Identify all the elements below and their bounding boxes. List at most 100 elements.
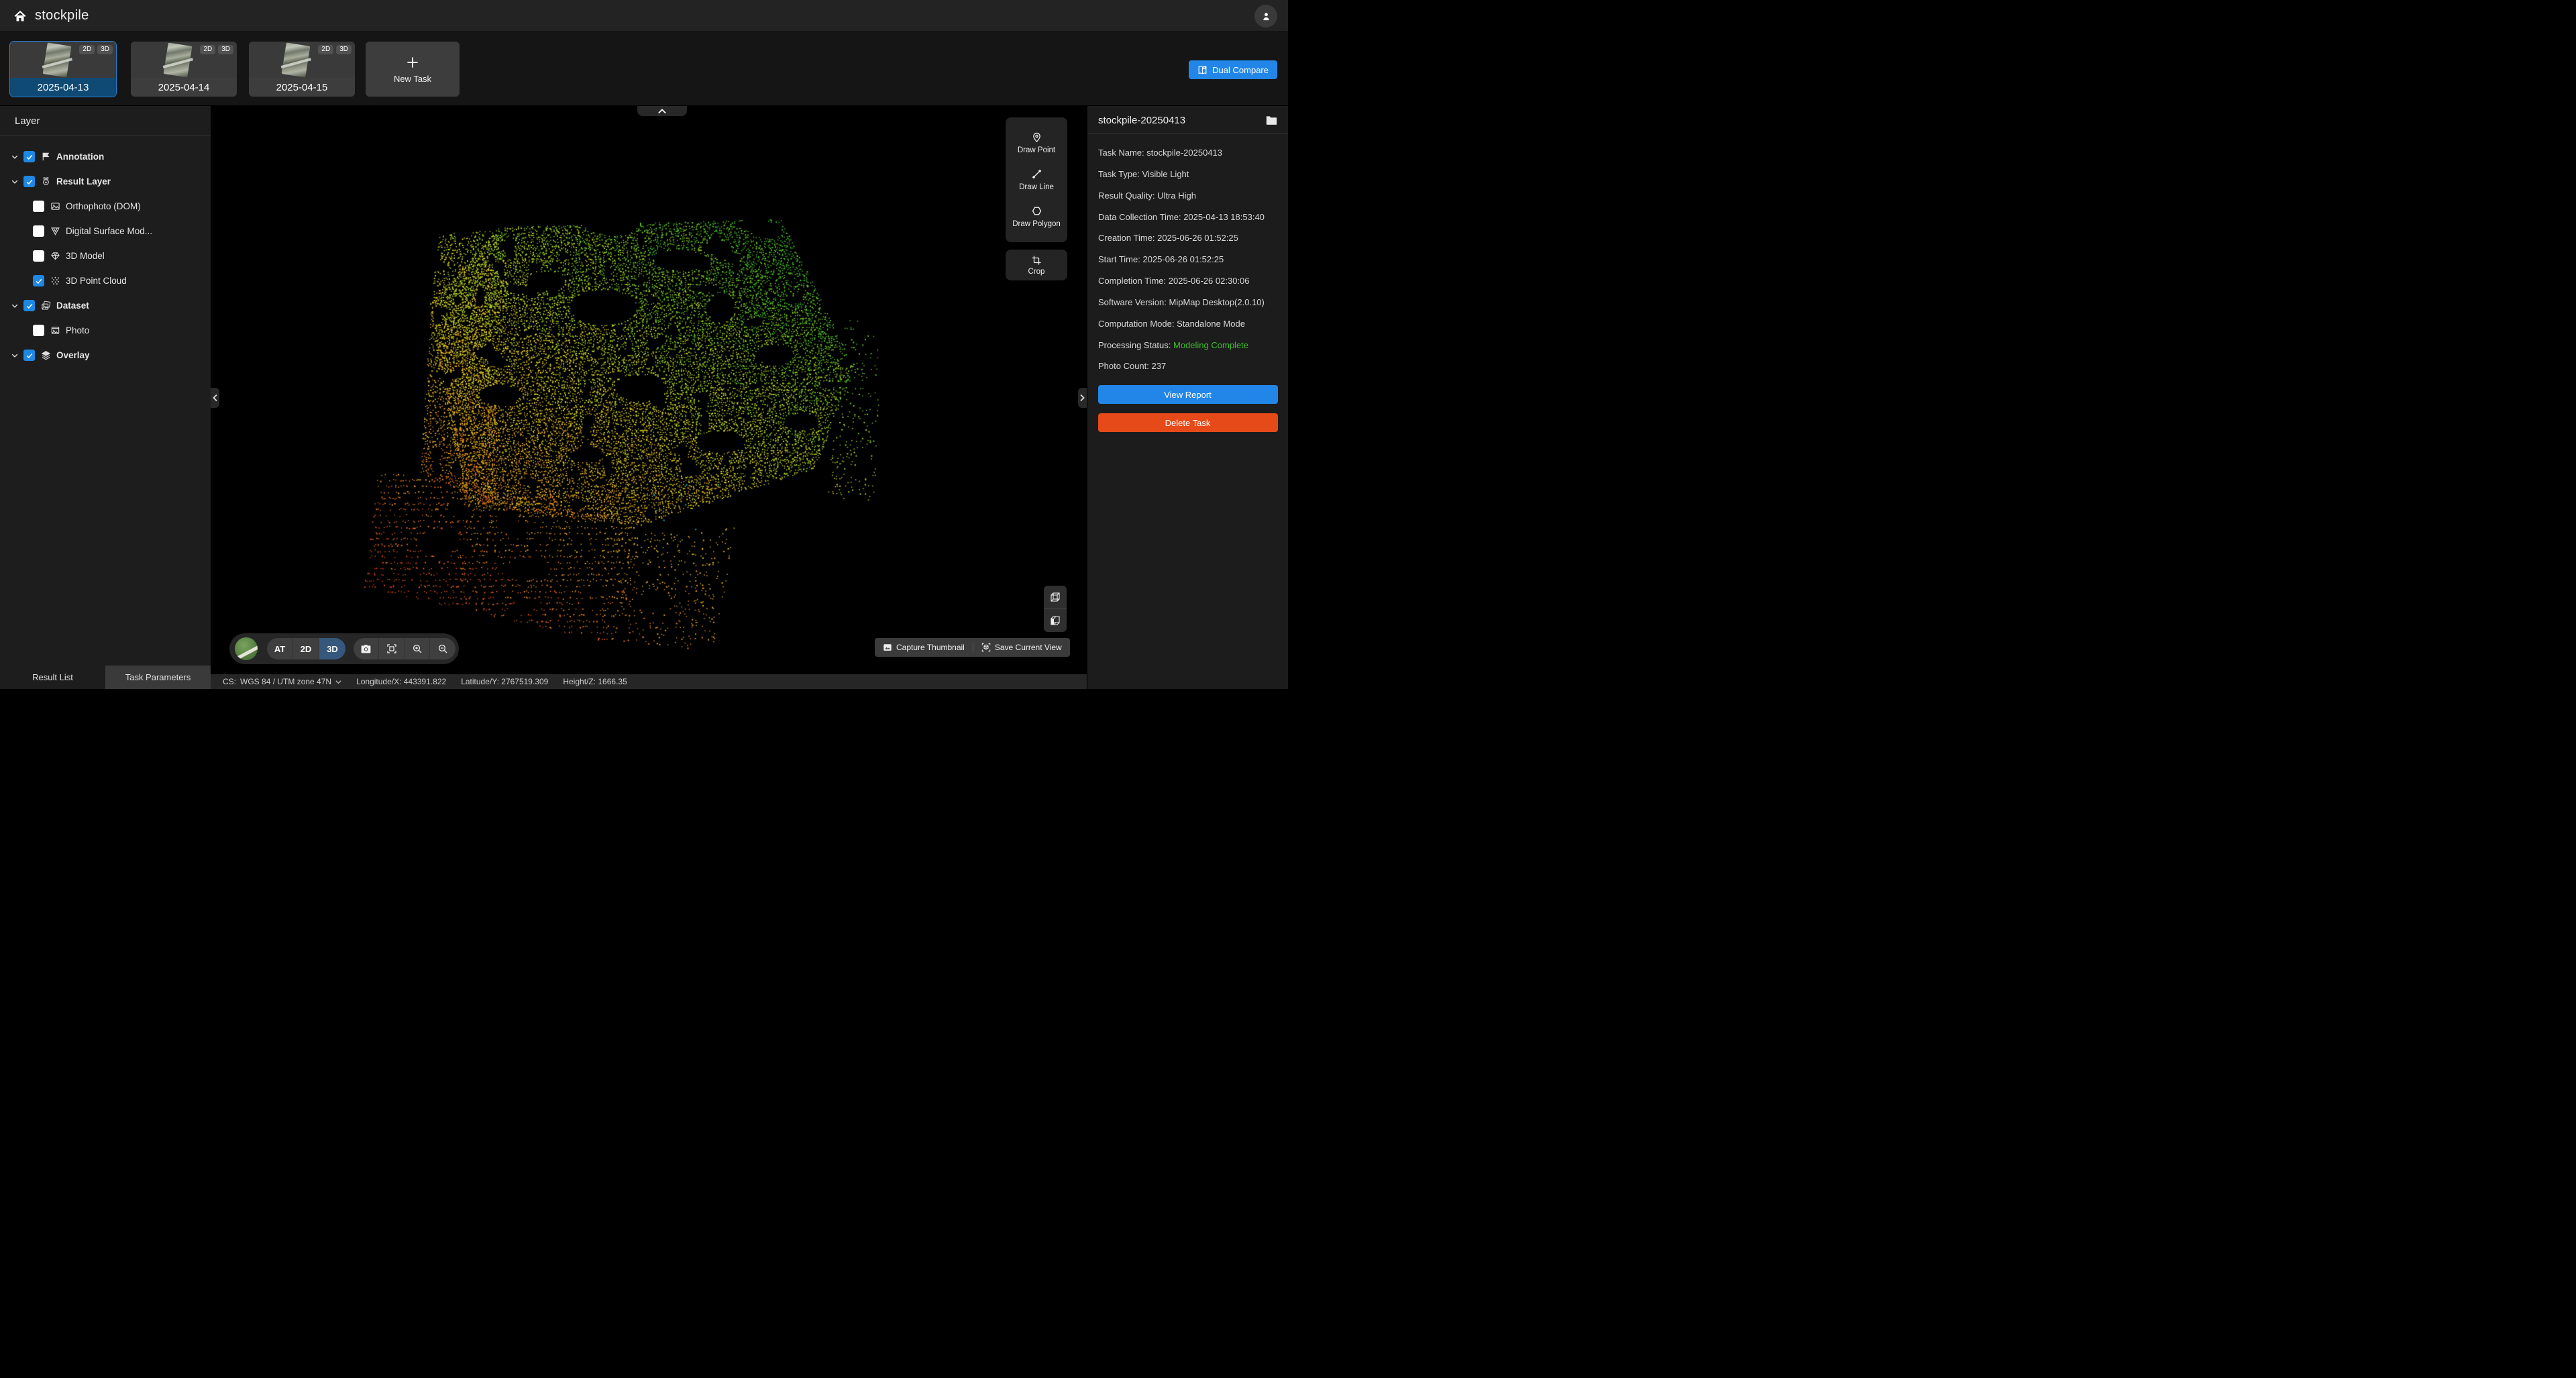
crop-icon [1031,255,1042,266]
cs-value: WGS 84 / UTM zone 47N [240,677,331,686]
image-capture-icon [883,643,892,652]
layer-row-3d-point-cloud[interactable]: 3D Point Cloud [0,268,211,293]
layers-icon [41,350,51,360]
layer-row-dsm[interactable]: Digital Surface Mod... [0,219,211,244]
crop-button[interactable]: Crop [1006,250,1067,280]
layer-row-overlay[interactable]: Overlay [0,343,211,368]
layer-row-annotation[interactable]: Annotation [0,144,211,169]
line-tool-icon [1031,168,1042,180]
field-completion-time: Completion Time: 2025-06-26 02:30:06 [1098,275,1277,288]
chevron-down-icon [11,178,19,186]
layer-label: Result Layer [56,176,111,187]
fit-view-button[interactable] [379,638,405,659]
layer-label: Annotation [56,152,104,162]
aerial-thumbnail-image [43,42,72,77]
field-photo-count: Photo Count: 237 [1098,360,1277,373]
field-task-type: Task Type: Visible Light [1098,168,1277,181]
view-mode-switch: AT 2D 3D [267,638,345,659]
draw-polygon-button[interactable]: Draw Polygon [1012,205,1061,228]
dsm-icon [50,226,60,236]
field-result-quality: Result Quality: Ultra High [1098,190,1277,203]
zoom-in-icon [412,643,423,654]
longitude-readout: Longitude/X: 443391.822 [356,677,446,686]
save-current-view-button[interactable]: Save Current View [973,643,1070,652]
task-card-2025-04-15[interactable]: 2D 3D 2025-04-15 [249,42,355,97]
layer-row-result-layer[interactable]: Result Layer [0,169,211,194]
field-processing-status: Processing Status: Modeling Complete [1098,339,1277,352]
chevron-up-icon [657,108,667,115]
minimap-button[interactable] [235,637,258,660]
checkbox-overlay[interactable] [23,350,35,361]
draw-point-label: Draw Point [1018,146,1055,154]
screenshot-button[interactable] [354,638,379,659]
layer-row-3d-model[interactable]: 3D Model [0,244,211,268]
badge-3d: 3D [336,45,352,54]
plus-icon [405,55,420,70]
capture-thumbnail-button[interactable]: Capture Thumbnail [875,643,973,652]
tab-task-parameters[interactable]: Task Parameters [105,666,211,689]
checkbox-result-layer[interactable] [23,176,35,187]
draw-line-button[interactable]: Draw Line [1019,168,1054,191]
mode-at-button[interactable]: AT [267,638,293,659]
checkbox-photo[interactable] [33,325,44,336]
save-current-view-label: Save Current View [995,643,1062,652]
viewer-toolbar: AT 2D 3D [229,633,459,664]
draw-line-label: Draw Line [1019,183,1054,191]
compare-book-icon [1197,65,1208,75]
height-readout: Height/Z: 1666.35 [563,677,627,686]
layer-row-photo[interactable]: Photo [0,318,211,343]
layer-label: Dataset [56,301,89,311]
coordinate-system-selector[interactable]: CS: WGS 84 / UTM zone 47N [223,677,341,686]
map-pin-icon [1031,131,1042,143]
task-card-2025-04-14[interactable]: 2D 3D 2025-04-14 [131,42,237,97]
task-card-2025-04-13[interactable]: 2D 3D 2025-04-13 [10,42,116,97]
delete-task-button[interactable]: Delete Task [1098,413,1278,432]
badge-3d: 3D [97,45,113,54]
task-details-panel: stockpile-20250413 Task Name: stockpile-… [1087,106,1288,689]
checkbox-orthophoto[interactable] [33,201,44,212]
viewer-icon-buttons [354,638,455,659]
collapse-left-panel-tab[interactable] [211,388,219,408]
task-strip: 2D 3D 2025-04-13 2D 3D 2025-04-14 2D [0,32,1288,106]
checkbox-3d-point-cloud[interactable] [33,275,44,286]
mode-2d-button[interactable]: 2D [293,638,319,659]
layer-row-orthophoto[interactable]: Orthophoto (DOM) [0,194,211,219]
checkbox-3d-model[interactable] [33,250,44,262]
zoom-out-button[interactable] [430,638,455,659]
draw-point-button[interactable]: Draw Point [1018,131,1055,154]
capture-thumbnail-label: Capture Thumbnail [896,643,965,652]
mode-3d-button[interactable]: 3D [319,638,345,659]
checkbox-annotation[interactable] [23,151,35,162]
layer-panel-title: Layer [0,106,211,127]
solid-cube-button[interactable] [1044,609,1067,632]
folder-icon[interactable] [1266,115,1277,125]
chevron-left-icon [212,394,218,402]
new-task-button[interactable]: New Task [366,42,460,97]
task-thumbnail: 2D 3D [131,42,237,78]
point-cloud-canvas[interactable] [211,106,1087,674]
photo-icon [50,325,60,335]
viewer-3d-canvas-area[interactable]: Draw Point Draw Line Draw Polygon Crop A… [211,106,1087,674]
field-task-name: Task Name: stockpile-20250413 [1098,147,1277,160]
aerial-thumbnail-image [164,42,193,77]
wireframe-cube-button[interactable] [1044,586,1067,609]
status-badge: Modeling Complete [1173,340,1248,350]
dual-compare-label: Dual Compare [1212,65,1269,75]
view-report-button[interactable]: View Report [1098,385,1278,404]
tab-result-list[interactable]: Result List [0,666,105,689]
checkbox-dataset[interactable] [23,300,35,311]
home-button[interactable] [13,9,27,23]
view-actions-bar: Capture Thumbnail Save Current View [875,638,1070,657]
dual-compare-button[interactable]: Dual Compare [1189,60,1277,79]
user-avatar[interactable] [1254,5,1277,28]
details-title: stockpile-20250413 [1098,115,1185,126]
layer-row-dataset[interactable]: Dataset [0,293,211,318]
checkbox-dsm[interactable] [33,225,44,237]
zoom-in-button[interactable] [405,638,430,659]
task-thumbnail: 2D 3D [249,42,355,78]
task-date-label: 2025-04-15 [249,78,355,97]
badge-2d: 2D [79,45,95,54]
expand-right-panel-tab[interactable] [1078,388,1087,408]
cs-label: CS: [223,677,236,686]
collapse-task-strip-tab[interactable] [637,106,687,116]
